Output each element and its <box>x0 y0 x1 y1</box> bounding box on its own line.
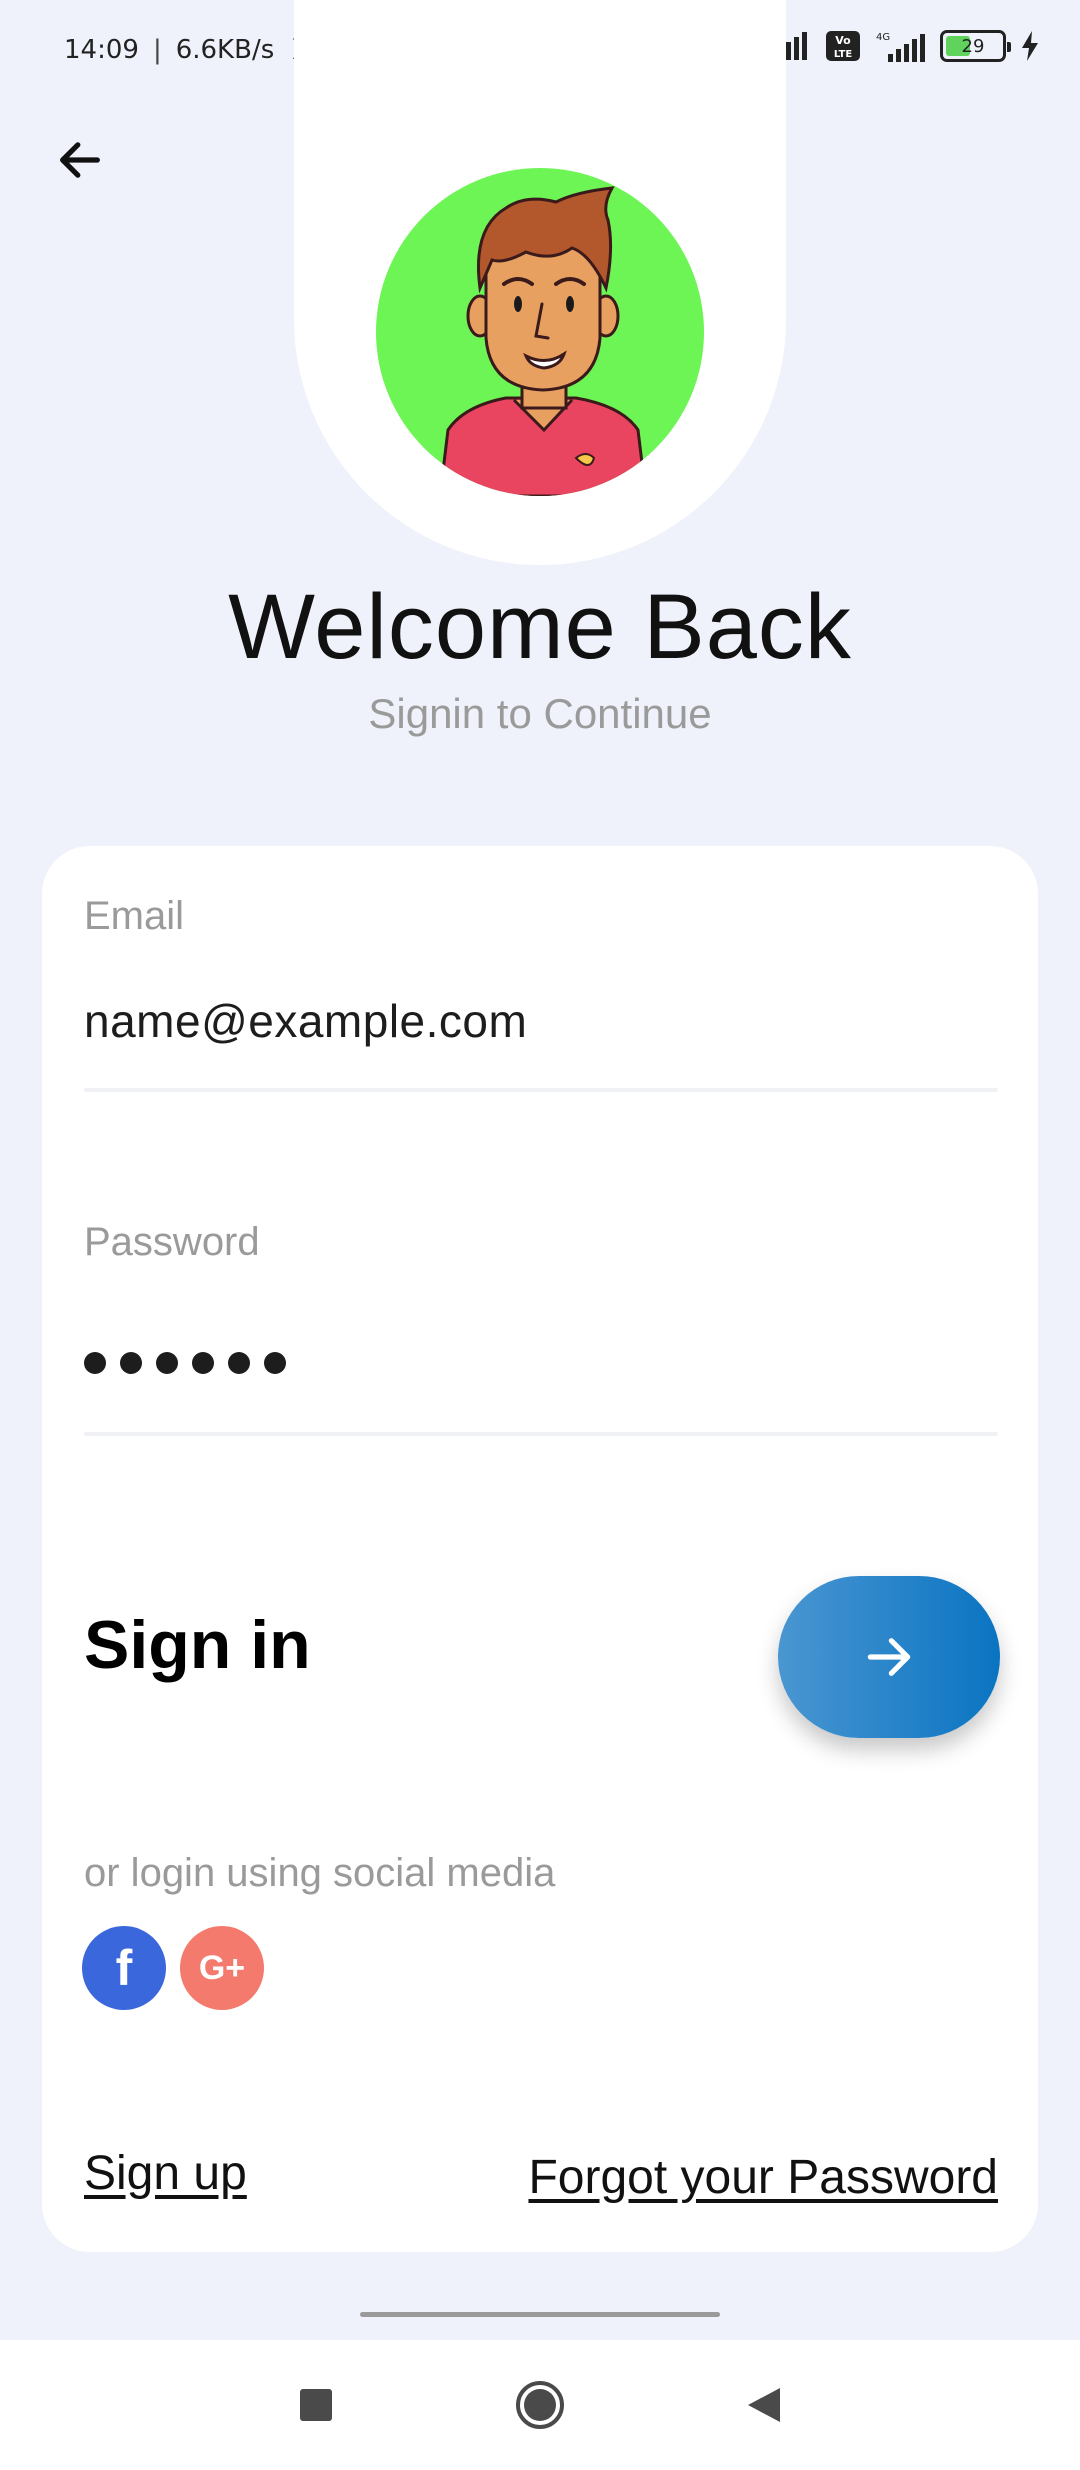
google-plus-button[interactable]: G+ <box>180 1926 264 2010</box>
password-underline <box>84 1432 998 1436</box>
home-button[interactable] <box>510 2375 570 2435</box>
email-label: Email <box>84 894 185 938</box>
charging-icon <box>1022 31 1038 61</box>
volte-icon: Vo LTE <box>826 31 860 61</box>
email-field[interactable]: name@example.com <box>84 994 527 1048</box>
net-type-label: 4G <box>876 32 890 43</box>
avatar <box>376 168 704 496</box>
home-indicator <box>360 2312 720 2317</box>
net-speed: 6.6KB/s <box>175 35 275 65</box>
system-nav-bar <box>0 2340 1080 2470</box>
volte-bottom: LTE <box>834 49 853 60</box>
password-field[interactable] <box>84 1352 286 1374</box>
signal-4g-icon: 4G <box>876 32 925 62</box>
battery-icon: 29 <box>940 30 1011 62</box>
home-icon <box>516 2381 564 2429</box>
arrow-right-icon <box>867 1638 911 1676</box>
recents-button[interactable] <box>286 2375 346 2435</box>
social-login-label: or login using social media <box>84 1851 556 1895</box>
arrow-left-icon <box>60 142 100 178</box>
avatar-illustration <box>438 186 648 496</box>
email-underline <box>84 1088 998 1092</box>
google-plus-icon: G+ <box>198 1948 246 1987</box>
back-triangle-icon <box>748 2388 780 2422</box>
page-subtitle: Signin to Continue <box>368 690 712 737</box>
forgot-password-link[interactable]: Forgot your Password <box>528 2150 998 2205</box>
login-card: Email name@example.com Password Sign in … <box>42 846 1038 2252</box>
facebook-button[interactable]: f <box>82 1926 166 2010</box>
back-nav-button[interactable] <box>734 2375 794 2435</box>
back-button[interactable] <box>50 130 110 190</box>
facebook-icon: f <box>115 1940 133 1996</box>
sign-up-link[interactable]: Sign up <box>84 2146 247 2201</box>
password-label: Password <box>84 1220 260 1264</box>
volte-top: Vo <box>835 34 851 47</box>
sign-in-label: Sign in <box>84 1607 311 1683</box>
status-separator: | <box>152 35 162 65</box>
sign-in-button[interactable] <box>778 1576 1000 1738</box>
battery-level: 29 <box>961 35 985 57</box>
social-buttons: f G+ <box>82 1926 264 2010</box>
clock: 14:09 <box>64 35 139 65</box>
page-title: Welcome Back <box>228 576 852 678</box>
recents-icon <box>300 2389 332 2421</box>
